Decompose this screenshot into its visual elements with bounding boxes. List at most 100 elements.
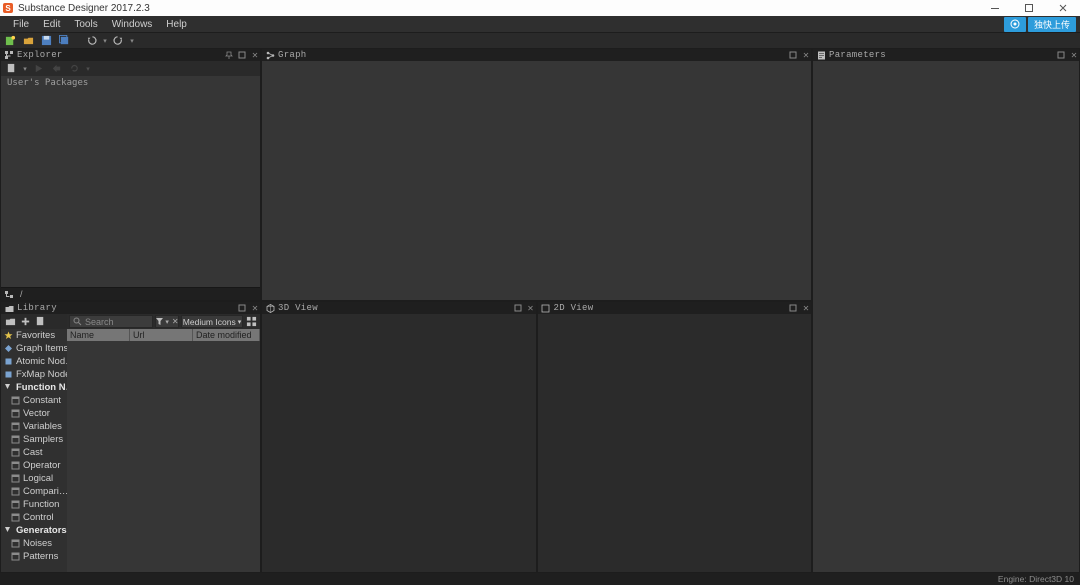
library-tree-item[interactable]: Function [1, 498, 67, 511]
library-tree-item[interactable]: Favorites [1, 329, 67, 342]
window-title: Substance Designer 2017.2.3 [18, 3, 150, 14]
explorer-title: Explorer [17, 50, 221, 60]
box-icon [11, 396, 20, 405]
explorer-new-button[interactable] [4, 62, 19, 76]
graph-header[interactable]: Graph ✕ [262, 49, 811, 61]
breadcrumb-segment[interactable]: / [20, 289, 23, 299]
status-engine: Engine: Direct3D 10 [998, 574, 1074, 584]
library-tree-item[interactable]: Samplers [1, 433, 67, 446]
open-button[interactable] [21, 34, 36, 48]
library-folder-button[interactable] [4, 315, 17, 328]
graph-canvas[interactable] [262, 61, 811, 300]
library-tree-item[interactable]: Variables [1, 420, 67, 433]
library-tree[interactable]: FavoritesGraph ItemsAtomic Nod…FxMap Nod… [1, 329, 67, 572]
explorer-body[interactable]: User's Packages [1, 76, 260, 287]
undo-history-dropdown[interactable]: ▾ [102, 37, 108, 45]
library-tree-label: Constant [23, 395, 61, 406]
library-tree-label: Patterns [23, 551, 58, 562]
panel-close-button[interactable]: ✕ [801, 50, 811, 60]
explorer-new-dropdown[interactable]: ▾ [22, 65, 28, 73]
explorer-root-item[interactable]: User's Packages [1, 76, 260, 90]
explorer-refresh-dropdown[interactable]: ▾ [85, 65, 91, 73]
library-columns-header[interactable]: Name Url Date modified [67, 329, 260, 341]
upload-button-label: 独快上传 [1034, 18, 1070, 31]
upload-button[interactable]: 独快上传 [1028, 17, 1076, 32]
chevron-down-icon: ▾ [238, 318, 242, 326]
window-maximize-button[interactable] [1012, 0, 1046, 16]
library-col-date[interactable]: Date modified [193, 329, 260, 341]
save-all-button[interactable] [57, 34, 72, 48]
menu-edit[interactable]: Edit [36, 18, 67, 31]
library-tree-item[interactable]: Patterns [1, 550, 67, 563]
parameters-header[interactable]: Parameters ✕ [813, 49, 1079, 61]
explorer-header[interactable]: Explorer ✕ [1, 49, 260, 61]
panel-float-button[interactable] [237, 50, 247, 60]
explorer-compute-button[interactable] [31, 62, 46, 76]
library-tree-item[interactable]: Generators [1, 524, 67, 537]
svg-text:S: S [5, 4, 11, 13]
library-search-input[interactable]: Search [69, 315, 153, 328]
explorer-breadcrumb[interactable]: / [1, 287, 260, 300]
library-tree-item[interactable]: Vector [1, 407, 67, 420]
library-tree-item[interactable]: Function N… [1, 381, 67, 394]
window-minimize-button[interactable] [978, 0, 1012, 16]
panel-float-button[interactable] [788, 50, 798, 60]
parameters-body[interactable] [813, 61, 1079, 572]
panel-close-button[interactable]: ✕ [526, 303, 536, 313]
panel-float-button[interactable] [1056, 50, 1066, 60]
parameters-title: Parameters [829, 50, 1053, 60]
menu-windows[interactable]: Windows [105, 18, 160, 31]
window-close-button[interactable] [1046, 0, 1080, 16]
panel-float-button[interactable] [788, 303, 798, 313]
library-tree-label: Cast [23, 447, 43, 458]
library-tree-item[interactable]: Control [1, 511, 67, 524]
triangle-icon [4, 383, 13, 392]
box-icon [11, 435, 20, 444]
undo-button[interactable] [84, 34, 99, 48]
redo-button[interactable] [111, 34, 126, 48]
panel-close-button[interactable]: ✕ [801, 303, 811, 313]
explorer-refresh-button[interactable] [67, 62, 82, 76]
library-tree-item[interactable]: Noises [1, 537, 67, 550]
3d-view-header[interactable]: 3D View ✕ [262, 302, 536, 314]
explorer-toolbar: ▾ ▾ [1, 61, 260, 76]
panel-pin-icon[interactable] [224, 50, 234, 60]
panel-float-button[interactable] [513, 303, 523, 313]
library-tree-label: Generators [16, 525, 67, 536]
library-tree-item[interactable]: Graph Items [1, 342, 67, 355]
search-icon [73, 317, 82, 326]
2d-view-header[interactable]: 2D View ✕ [538, 302, 812, 314]
library-tree-item[interactable]: Operator [1, 459, 67, 472]
library-filter-button[interactable] [34, 315, 47, 328]
library-tree-item[interactable]: Constant [1, 394, 67, 407]
redo-history-dropdown[interactable]: ▾ [129, 37, 135, 45]
library-tree-item[interactable]: Atomic Nod… [1, 355, 67, 368]
panel-close-button[interactable]: ✕ [1069, 50, 1079, 60]
library-tree-item[interactable]: FxMap Nodes [1, 368, 67, 381]
library-content[interactable] [67, 341, 260, 572]
3d-view-panel: 3D View ✕ [261, 301, 537, 573]
library-tree-label: Operator [23, 460, 61, 471]
library-view-size-dropdown[interactable]: Medium Icons ▾ [181, 315, 243, 328]
library-header[interactable]: Library ✕ [1, 302, 260, 314]
library-tree-item[interactable]: Cast [1, 446, 67, 459]
panel-float-button[interactable] [237, 303, 247, 313]
panel-close-button[interactable]: ✕ [250, 303, 260, 313]
library-view-mode-button[interactable] [245, 315, 258, 328]
library-add-button[interactable] [19, 315, 32, 328]
library-tree-label: Compari… [23, 486, 67, 497]
explorer-export-button[interactable] [49, 62, 64, 76]
library-col-url[interactable]: Url [130, 329, 193, 341]
library-col-name[interactable]: Name [67, 329, 130, 341]
panel-close-button[interactable]: ✕ [250, 50, 260, 60]
menu-help[interactable]: Help [159, 18, 194, 31]
menu-file[interactable]: File [6, 18, 36, 31]
substance-share-button[interactable] [1004, 17, 1026, 32]
clear-filter-icon[interactable]: ✕ [172, 317, 179, 326]
save-button[interactable] [39, 34, 54, 48]
library-filter-dropdown[interactable]: ▾ ✕ [155, 315, 179, 328]
new-substance-button[interactable] [3, 34, 18, 48]
library-tree-item[interactable]: Logical [1, 472, 67, 485]
library-tree-item[interactable]: Compari… [1, 485, 67, 498]
menu-tools[interactable]: Tools [67, 18, 104, 31]
